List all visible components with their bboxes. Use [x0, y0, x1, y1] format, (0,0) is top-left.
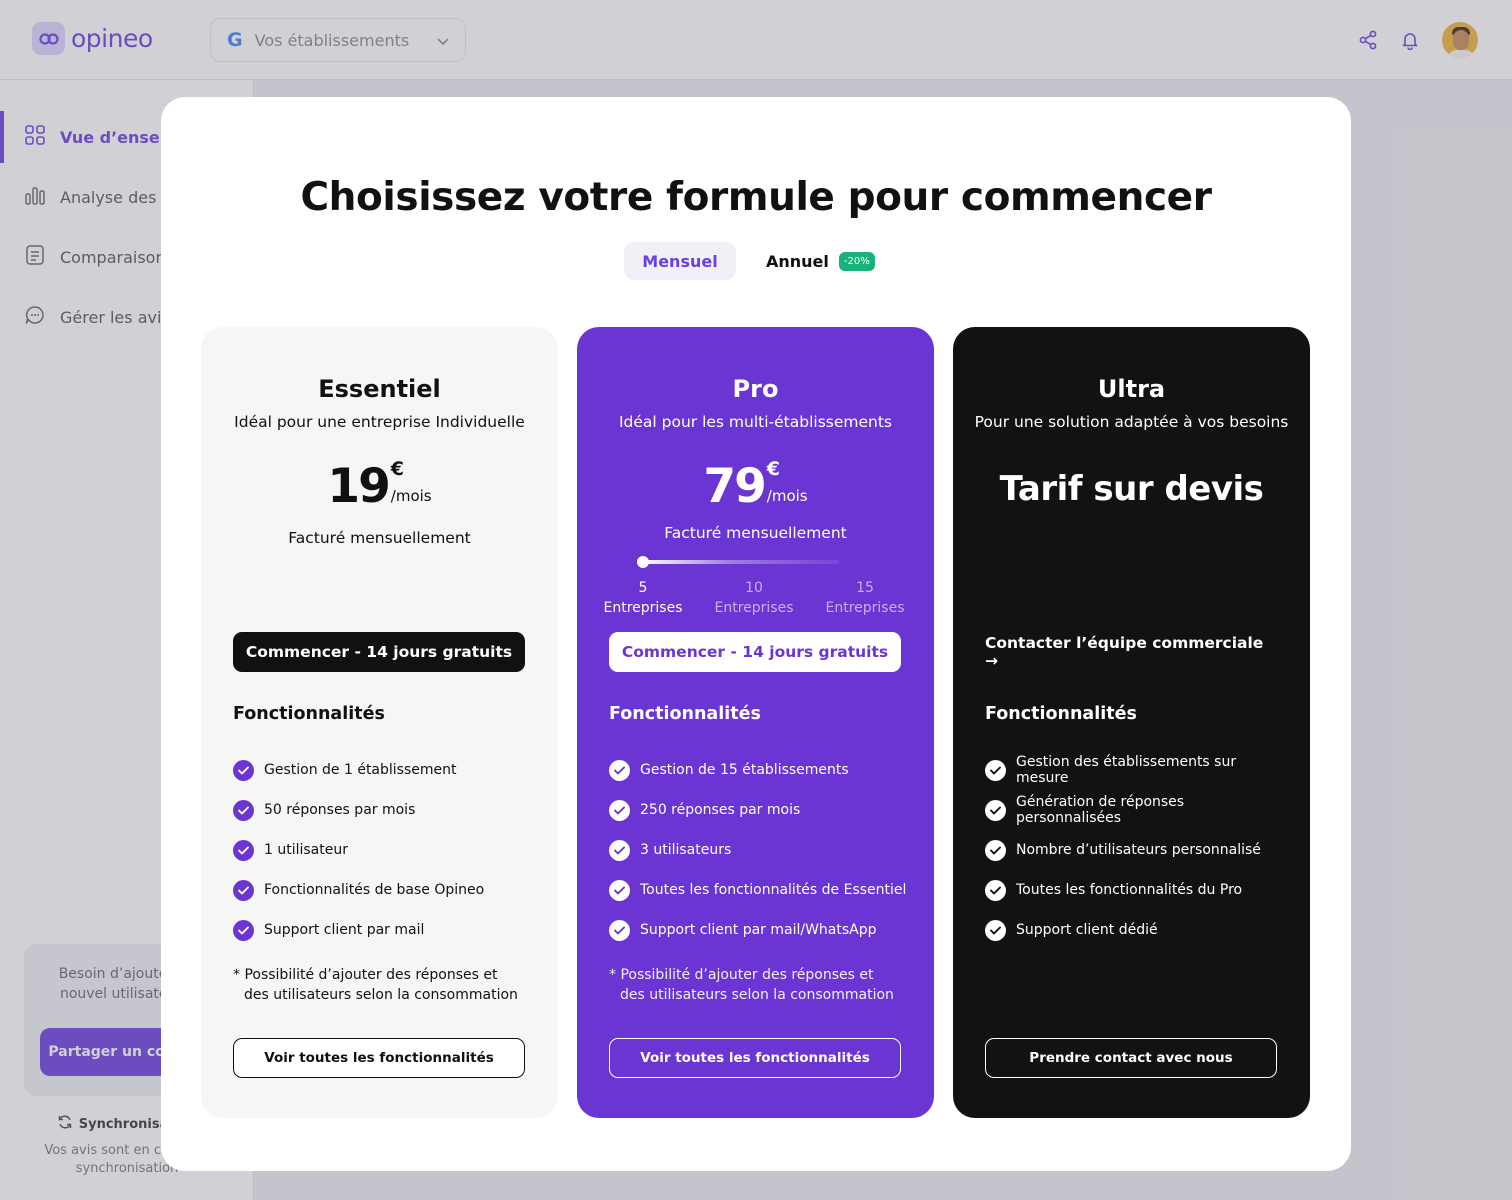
feature-item: Fonctionnalités de base Opineo [233, 870, 533, 910]
feature-item: Génération de réponses personnalisées [985, 790, 1285, 830]
feature-label: Gestion des établissements sur mesure [1016, 754, 1237, 786]
feature-item: Support client dédié [985, 910, 1285, 950]
feature-label: Toutes les fonctionnalités de Essentiel [640, 882, 907, 898]
check-icon [609, 759, 630, 781]
features-list: Gestion des établissements sur mesure Gén… [985, 750, 1285, 950]
feature-label: Fonctionnalités de base Opineo [264, 882, 485, 898]
plan-name: Pro [732, 375, 779, 403]
check-icon [609, 839, 630, 861]
start-trial-button[interactable]: Commencer - 14 jours gratuits [233, 632, 525, 672]
check-icon [233, 879, 254, 901]
contact-sales-button[interactable]: Contacter l’équipe commerciale → [985, 632, 1277, 672]
feature-item: 3 utilisateurs [609, 830, 909, 870]
check-icon [233, 839, 254, 861]
feature-item: Gestion de 1 établissement [233, 750, 533, 790]
plan-card-pro: Pro Idéal pour les multi-établissements … [577, 327, 934, 1118]
plan-card-ultra: Ultra Pour une solution adaptée à vos be… [953, 327, 1310, 1118]
plan-price: 19 € /mois [201, 459, 558, 515]
check-icon [233, 919, 254, 941]
yearly-toggle-button[interactable]: Annuel -20% [752, 251, 875, 271]
feature-item: Gestion de 15 établissements [609, 750, 909, 790]
feature-label: Support client par mail/WhatsApp [640, 922, 877, 938]
plan-description: Idéal pour une entreprise Individuelle [234, 413, 525, 431]
plan-description: Pour une solution adaptée à vos besoins [974, 413, 1289, 431]
consumption-note: * Possibilité d’ajouter des réponses et … [233, 967, 518, 1003]
billing-toggle: Mensuel Annuel -20% [624, 242, 875, 280]
feature-label: Support client par mail [264, 922, 425, 938]
price-period: /mois [390, 487, 432, 505]
monthly-toggle-button[interactable]: Mensuel [624, 242, 736, 280]
check-icon [985, 759, 1006, 781]
start-trial-button[interactable]: Commencer - 14 jours gratuits [609, 632, 901, 672]
feature-label: 1 utilisateur [264, 842, 348, 858]
features-title: Fonctionnalités [233, 704, 385, 724]
feature-label: Support client dédié [1016, 922, 1158, 938]
feature-label: 3 utilisateurs [640, 842, 732, 858]
feature-label: Gestion de 1 établissement [264, 762, 457, 778]
features-title: Fonctionnalités [609, 704, 761, 724]
price-amount: 19 [327, 459, 390, 514]
feature-label: 50 réponses par mois [264, 802, 416, 818]
check-icon [609, 799, 630, 821]
feature-item: Support client par mail [233, 910, 533, 950]
feature-label: Nombre d’utilisateurs personnalisé [1016, 842, 1261, 858]
see-all-features-button[interactable]: Voir toutes les fonctionnalités [609, 1038, 901, 1078]
see-all-features-button[interactable]: Voir toutes les fonctionnalités [233, 1038, 525, 1078]
check-icon [609, 879, 630, 901]
slider-tick-15[interactable]: 15 Entreprises [810, 578, 920, 618]
features-list: Gestion de 15 établissements 250 réponses… [609, 750, 909, 950]
plan-price-quote: Tarif sur devis [999, 469, 1264, 509]
check-icon [609, 919, 630, 941]
feature-item: Nombre d’utilisateurs personnalisé [985, 830, 1285, 870]
plan-price: 79 € /mois [577, 459, 934, 515]
feature-label: 250 réponses par mois [640, 802, 801, 818]
check-icon [233, 799, 254, 821]
feature-label: Génération de réponses personnalisées [1016, 794, 1185, 826]
features-title: Fonctionnalités [985, 704, 1137, 724]
slider-handle[interactable] [637, 556, 649, 568]
price-amount: 79 [703, 459, 766, 514]
pricing-modal: Choisissez votre formule pour commencer … [161, 97, 1351, 1171]
slider-tick-10[interactable]: 10 Entreprises [699, 578, 809, 618]
features-list: Gestion de 1 établissement 50 réponses pa… [233, 750, 533, 950]
feature-label: Gestion de 15 établissements [640, 762, 849, 778]
slider-tick-5[interactable]: 5 Entreprises [588, 578, 698, 618]
plan-name: Ultra [1097, 375, 1166, 403]
plan-card-essentiel: Essentiel Idéal pour une entreprise Indi… [201, 327, 558, 1118]
feature-item: 1 utilisateur [233, 830, 533, 870]
feature-item: 250 réponses par mois [609, 790, 909, 830]
plan-description: Idéal pour les multi-établissements [618, 413, 893, 431]
yearly-label: Annuel [766, 251, 829, 271]
check-icon [985, 799, 1006, 821]
billing-frequency: Facturé mensuellement [288, 529, 471, 547]
price-currency: € [766, 458, 781, 480]
plan-name: Essentiel [318, 375, 441, 403]
feature-label: Toutes les fonctionnalités du Pro [1016, 882, 1243, 898]
billing-frequency: Facturé mensuellement [664, 524, 847, 542]
check-icon [985, 879, 1006, 901]
consumption-note: * Possibilité d’ajouter des réponses et … [609, 967, 894, 1003]
check-icon [985, 919, 1006, 941]
company-count-slider[interactable] [643, 560, 839, 564]
check-icon [233, 759, 254, 781]
discount-badge: -20% [838, 251, 875, 271]
price-currency: € [390, 458, 405, 480]
price-period: /mois [766, 487, 808, 505]
modal-title: Choisissez votre formule pour commencer [300, 175, 1212, 220]
feature-item: Gestion des établissements sur mesure [985, 750, 1285, 790]
feature-item: Toutes les fonctionnalités de Essentiel [609, 870, 909, 910]
feature-item: 50 réponses par mois [233, 790, 533, 830]
feature-item: Toutes les fonctionnalités du Pro [985, 870, 1285, 910]
contact-us-button[interactable]: Prendre contact avec nous [985, 1038, 1277, 1078]
feature-item: Support client par mail/WhatsApp [609, 910, 909, 950]
check-icon [985, 839, 1006, 861]
